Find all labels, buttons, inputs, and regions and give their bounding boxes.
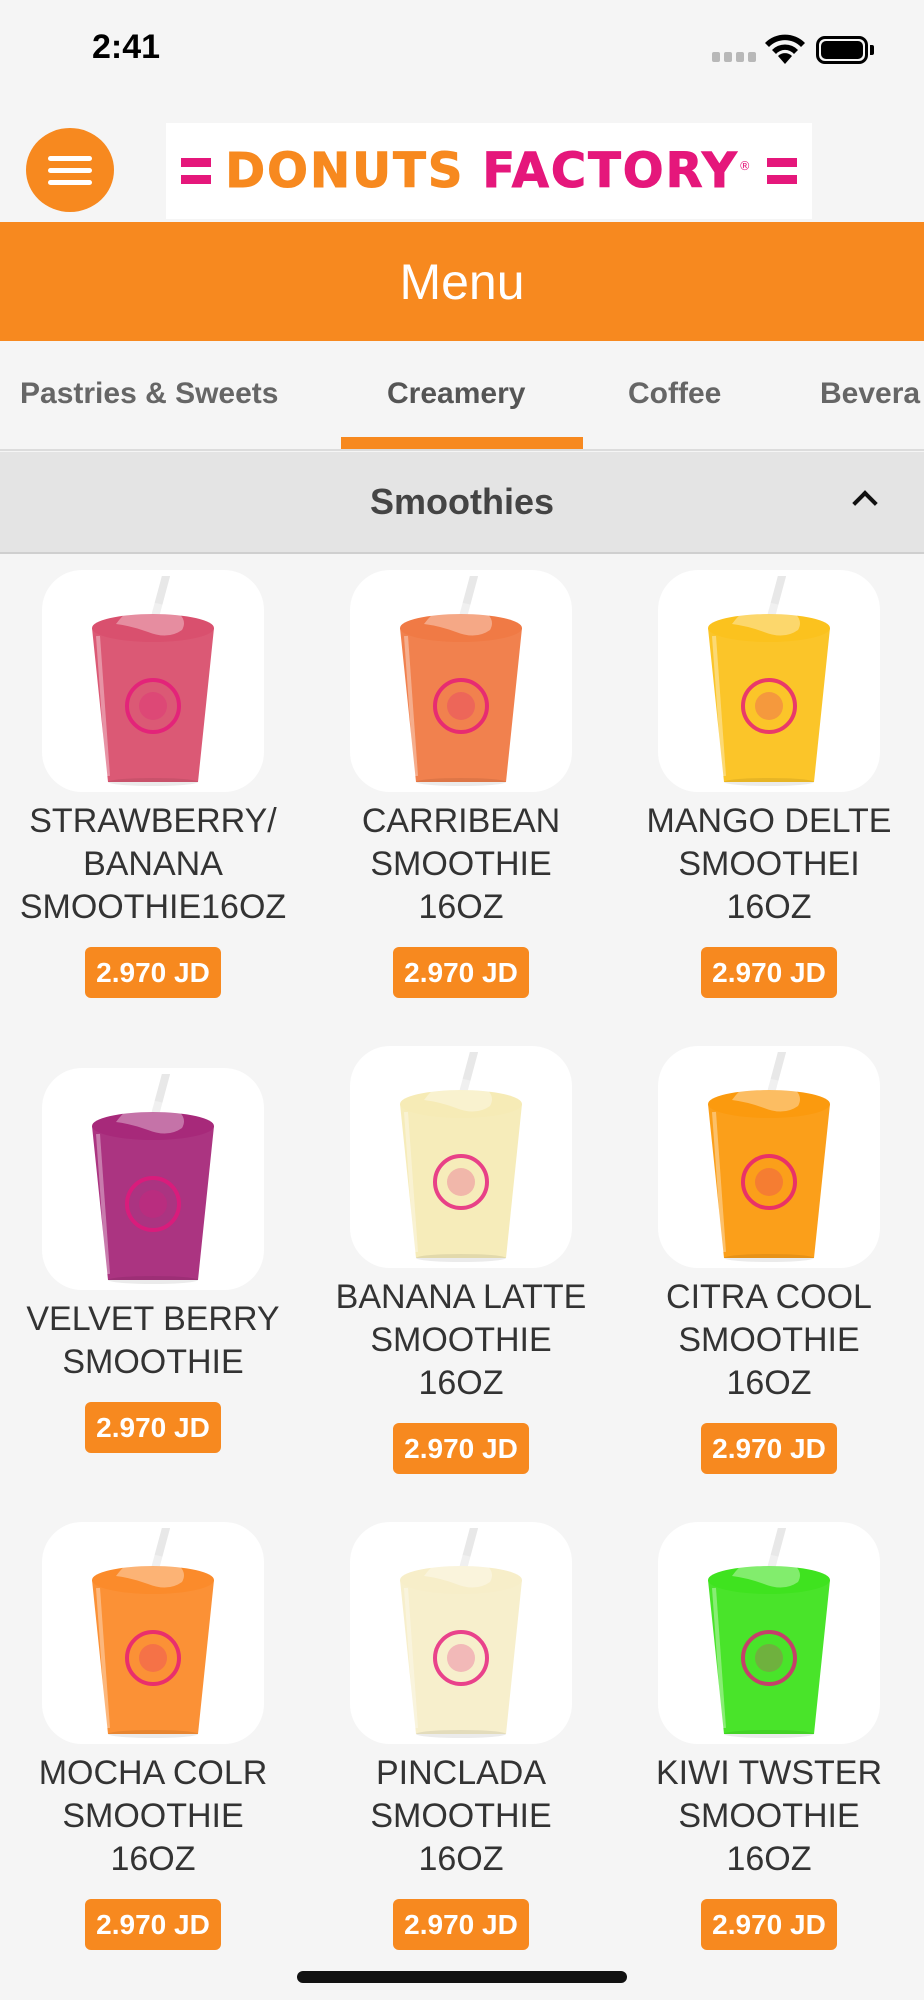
smoothie-cup-icon	[92, 1074, 214, 1284]
home-indicator	[297, 1971, 627, 1983]
product-name-line: MOCHA COLR	[38, 1754, 268, 1792]
product-name-line: SMOOTHIE	[370, 1321, 552, 1359]
product-image[interactable]	[350, 570, 572, 792]
status-time: 2:41	[92, 28, 161, 66]
menu-title: Menu	[399, 253, 525, 310]
smoothie-cup-icon	[400, 1052, 522, 1262]
product-card[interactable]: STRAWBERRY/BANANA SMOOTHIE16OZ 2.970 JD	[3, 570, 303, 998]
price-badge: 2.970 JD	[701, 1423, 837, 1474]
chevron-up-icon[interactable]	[852, 490, 878, 516]
product-card[interactable]: BANANA LATTE SMOOTHIE 16OZ 2.970 JD	[311, 1046, 611, 1474]
product-image[interactable]	[350, 1046, 572, 1268]
price-badge: 2.970 JD	[393, 947, 529, 998]
tab-creamery[interactable]: Creamery	[387, 377, 525, 411]
product-name: CARRIBEAN SMOOTHIE 16OZ	[311, 800, 611, 929]
product-name-line: SMOOTHIE	[370, 1797, 552, 1835]
price-badge: 2.970 JD	[393, 1899, 529, 1950]
tab-beverages[interactable]: Bevera	[820, 377, 920, 411]
product-image[interactable]	[658, 1522, 880, 1744]
category-tabs: Pastries & Sweets Creamery Coffee Bevera	[0, 341, 924, 451]
product-name: PINCLADA SMOOTHIE 16OZ	[311, 1752, 611, 1881]
product-name-line: SMOOTHIE	[62, 1343, 244, 1381]
product-name-line: SMOOTHIE	[62, 1797, 244, 1835]
product-card[interactable]: PINCLADA SMOOTHIE 16OZ 2.970 JD	[311, 1522, 611, 1950]
smoothie-cup-icon	[708, 1052, 830, 1262]
product-name-line: SMOOTHIE	[678, 1321, 860, 1359]
app-screen: 2:41 DONUTS FACTORY® Menu Pastries & Swee…	[0, 0, 924, 2000]
product-name-line: SMOOTHIE16OZ	[19, 888, 287, 926]
product-card[interactable]: KIWI TWSTER SMOOTHIE 16OZ 2.970 JD	[619, 1522, 919, 1950]
product-name: STRAWBERRY/BANANA SMOOTHIE16OZ	[3, 800, 303, 929]
logo-word-donuts: DONUTS	[225, 143, 465, 200]
product-image[interactable]	[42, 1522, 264, 1744]
price-badge: 2.970 JD	[85, 1899, 221, 1950]
cellular-signal-icon	[712, 52, 756, 62]
product-name-line: 16OZ	[418, 1840, 504, 1878]
hamburger-menu-button[interactable]	[26, 128, 114, 212]
product-name: MANGO DELTE SMOOTHEI 16OZ	[619, 800, 919, 929]
tab-pastries-sweets[interactable]: Pastries & Sweets	[20, 377, 278, 411]
smoothie-cup-icon	[92, 576, 214, 786]
product-image[interactable]	[350, 1522, 572, 1744]
logo-left-bars	[181, 158, 212, 184]
product-name-line: KIWI TWSTER	[655, 1754, 883, 1792]
price-badge: 2.970 JD	[85, 1402, 221, 1453]
status-bar: 2:41	[0, 0, 924, 100]
product-name: VELVET BERRY SMOOTHIE	[3, 1298, 303, 1384]
product-name-line: 16OZ	[110, 1840, 196, 1878]
product-name-line: SMOOTHEI	[678, 845, 860, 883]
donuts-factory-logo: DONUTS FACTORY®	[166, 123, 812, 219]
product-name-line: 16OZ	[726, 1364, 812, 1402]
logo-text: DONUTS FACTORY®	[225, 143, 753, 200]
product-card[interactable]: CITRA COOL SMOOTHIE 16OZ 2.970 JD	[619, 1046, 919, 1474]
product-name-line: SMOOTHIE	[370, 845, 552, 883]
product-name-line: VELVET BERRY	[26, 1300, 280, 1338]
product-name: CITRA COOL SMOOTHIE 16OZ	[619, 1276, 919, 1405]
product-image[interactable]	[658, 570, 880, 792]
logo-word-factory: FACTORY	[482, 143, 739, 200]
product-name-line: CITRA COOL	[666, 1278, 872, 1316]
product-image[interactable]	[658, 1046, 880, 1268]
price-badge: 2.970 JD	[85, 947, 221, 998]
smoothie-cup-icon	[400, 576, 522, 786]
product-name: BANANA LATTE SMOOTHIE 16OZ	[311, 1276, 611, 1405]
section-title: Smoothies	[369, 481, 555, 522]
smoothie-cup-icon	[400, 1528, 522, 1738]
price-badge: 2.970 JD	[701, 1899, 837, 1950]
active-tab-indicator	[341, 437, 583, 449]
product-name: KIWI TWSTER SMOOTHIE 16OZ	[619, 1752, 919, 1881]
product-name-line: CARRIBEAN	[361, 802, 561, 840]
logo-registered-mark: ®	[738, 159, 753, 173]
product-name-line: MANGO DELTE	[646, 802, 892, 840]
product-name-line: SMOOTHIE	[678, 1797, 860, 1835]
product-name-line: BANANA LATTE	[335, 1278, 587, 1316]
product-image[interactable]	[42, 570, 264, 792]
smoothie-cup-icon	[708, 576, 830, 786]
product-name-line: 16OZ	[726, 1840, 812, 1878]
wifi-icon	[765, 34, 805, 64]
product-name-line: BANANA	[83, 845, 223, 883]
smoothie-cup-icon	[92, 1528, 214, 1738]
product-image[interactable]	[42, 1068, 264, 1290]
product-card[interactable]: MOCHA COLR SMOOTHIE 16OZ 2.970 JD	[3, 1522, 303, 1950]
logo-right-bars	[766, 158, 797, 184]
product-name-line: 16OZ	[726, 888, 812, 926]
tab-coffee[interactable]: Coffee	[628, 377, 721, 411]
menu-title-bar: Menu	[0, 222, 924, 341]
smoothie-cup-icon	[708, 1528, 830, 1738]
product-name-line: 16OZ	[418, 1364, 504, 1402]
battery-icon	[816, 36, 874, 64]
product-card[interactable]: MANGO DELTE SMOOTHEI 16OZ 2.970 JD	[619, 570, 919, 998]
product-name-line: STRAWBERRY/	[29, 802, 277, 840]
product-name-line: PINCLADA	[375, 1754, 547, 1792]
price-badge: 2.970 JD	[701, 947, 837, 998]
product-card[interactable]: VELVET BERRY SMOOTHIE 2.970 JD	[3, 1068, 303, 1453]
product-name: MOCHA COLR SMOOTHIE 16OZ	[3, 1752, 303, 1881]
product-card[interactable]: CARRIBEAN SMOOTHIE 16OZ 2.970 JD	[311, 570, 611, 998]
product-name-line: 16OZ	[418, 888, 504, 926]
smoothies-section-header[interactable]: Smoothies	[0, 452, 924, 554]
price-badge: 2.970 JD	[393, 1423, 529, 1474]
